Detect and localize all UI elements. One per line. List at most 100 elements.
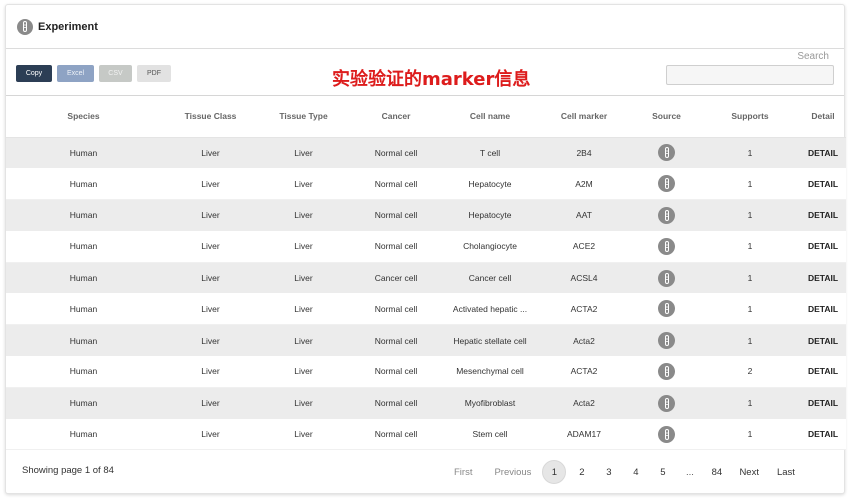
column-header-cancer[interactable]: Cancer [347,96,445,138]
table-row: Human Liver Liver Normal cell Cholangiocyte A… [6,230,846,263]
excel-button[interactable]: Excel [57,65,94,82]
dna-tube-icon[interactable] [658,362,675,380]
cell-source [633,168,700,201]
table-row: Human Liver Liver Cancer cell Cancer cell ACS… [6,262,846,294]
cell-cell-marker: ACE2 [535,230,633,263]
cell-cell-marker: Acta2 [535,387,633,419]
copy-button[interactable]: Copy [16,65,52,82]
page-button-2[interactable]: 2 [568,461,595,483]
table-row: Human Liver Liver Normal cell T cell 2B4 1 DETA… [6,137,846,169]
cell-tissue-class: Liver [161,387,260,419]
cell-species: Human [6,387,161,419]
cell-tissue-type: Liver [260,418,347,451]
dna-tube-icon[interactable] [658,206,675,224]
column-header-cell-marker[interactable]: Cell marker [535,96,633,138]
cell-species: Human [6,137,161,169]
search-input[interactable] [666,65,834,85]
detail-link[interactable]: DETAIL [800,199,846,231]
pdf-button[interactable]: PDF [137,65,171,82]
dna-tube-icon[interactable] [658,175,675,193]
cell-source [633,230,700,263]
page-button-3[interactable]: 3 [595,461,622,483]
table-row: Human Liver Liver Normal cell Activated hepa… [6,293,846,326]
page-button-last-number[interactable]: 84 [703,461,730,483]
detail-link[interactable]: DETAIL [800,230,846,263]
cell-cell-name: Hepatocyte [445,168,535,201]
column-header-tissue-type[interactable]: Tissue Type [260,96,347,138]
cell-source [633,387,700,419]
cell-cancer: Normal cell [347,324,445,357]
detail-link[interactable]: DETAIL [800,356,846,388]
dna-tube-icon[interactable] [658,300,675,318]
cell-tissue-class: Liver [161,199,260,231]
cell-species: Human [6,293,161,326]
cell-source [633,262,700,294]
page-button-4[interactable]: 4 [622,461,649,483]
cell-supports: 1 [700,293,800,326]
cell-supports: 1 [700,387,800,419]
cell-species: Human [6,324,161,357]
cell-cell-name: Hepatocyte [445,199,535,231]
cell-tissue-type: Liver [260,199,347,231]
cell-cell-marker: ACSL4 [535,262,633,294]
cell-cancer: Cancer cell [347,262,445,294]
cell-cell-name: Mesenchymal cell [445,356,535,388]
dna-tube-icon[interactable] [658,332,675,350]
column-header-source[interactable]: Source [633,96,700,138]
cell-species: Human [6,199,161,231]
detail-link[interactable]: DETAIL [800,137,846,169]
cell-supports: 1 [700,199,800,231]
cell-tissue-class: Liver [161,262,260,294]
dna-tube-icon[interactable] [658,394,675,412]
cell-supports: 1 [700,324,800,357]
cell-tissue-class: Liver [161,293,260,326]
cell-cell-marker: AAT [535,199,633,231]
detail-link[interactable]: DETAIL [800,324,846,357]
cell-tissue-class: Liver [161,356,260,388]
dna-tube-icon[interactable] [658,269,675,287]
card-header: Experiment [6,5,844,49]
detail-link[interactable]: DETAIL [800,168,846,201]
cell-supports: 1 [700,262,800,294]
cell-cell-name: Cholangiocyte [445,230,535,263]
page-button-1[interactable]: 1 [542,460,567,484]
dna-tube-icon[interactable] [658,425,675,443]
last-page-button[interactable]: Last [768,461,804,483]
cell-supports: 2 [700,356,800,388]
pagination-info: Showing page 1 of 84 [22,465,114,476]
cell-species: Human [6,230,161,263]
table-header-row: Species Tissue Class Tissue Type Cancer Cell… [6,96,846,138]
column-header-detail[interactable]: Detail [800,96,846,138]
cell-cancer: Normal cell [347,356,445,388]
cell-species: Human [6,418,161,451]
page-title: Experiment [38,20,98,33]
cell-tissue-type: Liver [260,356,347,388]
cell-cancer: Normal cell [347,418,445,451]
cell-tissue-class: Liver [161,230,260,263]
dna-tube-icon [17,18,33,35]
next-page-button[interactable]: Next [730,461,768,483]
dna-tube-icon[interactable] [658,237,675,255]
column-header-tissue-class[interactable]: Tissue Class [161,96,260,138]
first-page-button[interactable]: First [454,461,485,483]
cell-supports: 1 [700,137,800,169]
detail-link[interactable]: DETAIL [800,293,846,326]
cell-source [633,293,700,326]
previous-page-button[interactable]: Previous [485,461,540,483]
cell-supports: 1 [700,168,800,201]
cell-tissue-type: Liver [260,262,347,294]
dna-tube-icon[interactable] [658,144,675,162]
csv-button[interactable]: CSV [99,65,132,82]
banner-annotation: 实验验证的marker信息 [332,69,531,90]
cell-cell-name: Stem cell [445,418,535,451]
column-header-species[interactable]: Species [6,96,161,138]
detail-link[interactable]: DETAIL [800,387,846,419]
detail-link[interactable]: DETAIL [800,418,846,451]
column-header-supports[interactable]: Supports [700,96,800,138]
column-header-cell-name[interactable]: Cell name [445,96,535,138]
cell-tissue-type: Liver [260,387,347,419]
page-button-5[interactable]: 5 [649,461,676,483]
detail-link[interactable]: DETAIL [800,262,846,294]
table-row: Human Liver Liver Normal cell Hepatocyte AAT 1… [6,199,846,231]
cell-cancer: Normal cell [347,293,445,326]
